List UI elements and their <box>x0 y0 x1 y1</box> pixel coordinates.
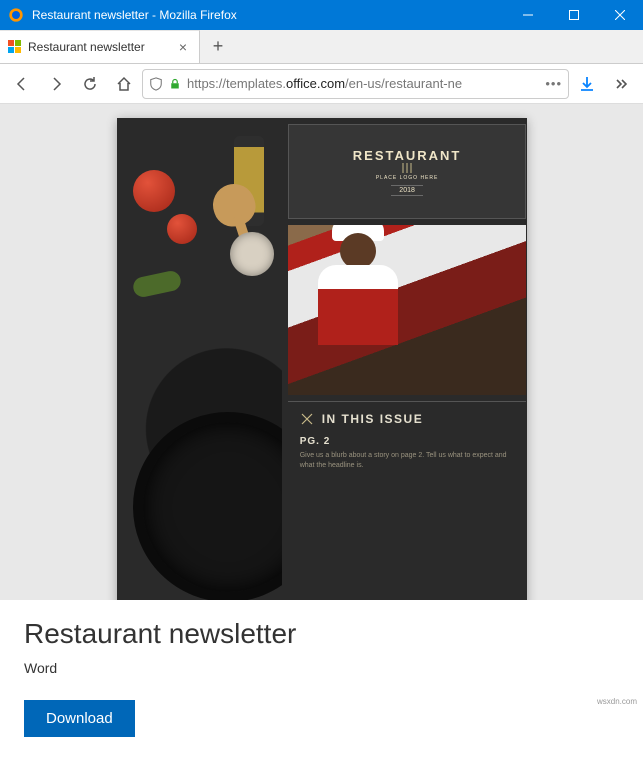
firefox-icon <box>8 7 24 23</box>
reload-button[interactable] <box>74 68 106 100</box>
shield-icon <box>149 77 163 91</box>
preview-food-image <box>123 124 282 600</box>
overflow-menu-button[interactable] <box>605 68 637 100</box>
preview-chef-image <box>288 225 527 395</box>
back-button[interactable] <box>6 68 38 100</box>
close-button[interactable] <box>597 0 643 30</box>
template-category: Word <box>24 660 619 676</box>
window-title: Restaurant newsletter - Mozilla Firefox <box>32 8 505 22</box>
home-button[interactable] <box>108 68 140 100</box>
forward-button[interactable] <box>40 68 72 100</box>
tab-close-icon[interactable]: × <box>175 37 191 57</box>
downloads-button[interactable] <box>571 68 603 100</box>
preview-logo-panel: RESTAURANT PLACE LOGO HERE 2018 <box>288 124 527 219</box>
preview-blurb: Give us a blurb about a story on page 2.… <box>300 451 515 471</box>
template-title: Restaurant newsletter <box>24 618 619 650</box>
download-button[interactable]: Download <box>24 700 135 737</box>
page-content: RESTAURANT PLACE LOGO HERE 2018 IN THIS … <box>0 104 643 600</box>
preview-page-label: PG. 2 <box>300 436 515 447</box>
address-bar[interactable]: https://templates.office.com/en-us/resta… <box>142 69 569 99</box>
nav-toolbar: https://templates.office.com/en-us/resta… <box>0 64 643 104</box>
browser-tab[interactable]: Restaurant newsletter × <box>0 30 200 63</box>
url-text: https://templates.office.com/en-us/resta… <box>187 76 539 91</box>
tab-bar: Restaurant newsletter × + <box>0 30 643 64</box>
microsoft-icon <box>8 40 22 54</box>
preview-logo-title: RESTAURANT <box>353 148 462 163</box>
lock-icon <box>169 78 181 90</box>
window-titlebar: Restaurant newsletter - Mozilla Firefox <box>0 0 643 30</box>
tab-title: Restaurant newsletter <box>28 40 169 54</box>
preview-logo-year: 2018 <box>391 185 423 196</box>
utensils-icon <box>400 163 414 173</box>
new-tab-button[interactable]: + <box>200 30 236 63</box>
watermark: wsxdn.com <box>597 697 637 706</box>
preview-issue-panel: IN THIS ISSUE PG. 2 Give us a blurb abou… <box>288 401 527 600</box>
minimize-button[interactable] <box>505 0 551 30</box>
crossed-utensils-icon <box>300 412 314 426</box>
preview-logo-tag: PLACE LOGO HERE <box>376 175 439 181</box>
page-actions-icon[interactable]: ••• <box>545 76 562 91</box>
preview-issue-heading: IN THIS ISSUE <box>322 412 424 426</box>
template-detail: Restaurant newsletter Word Download <box>0 600 643 761</box>
maximize-button[interactable] <box>551 0 597 30</box>
template-preview: RESTAURANT PLACE LOGO HERE 2018 IN THIS … <box>117 118 527 600</box>
